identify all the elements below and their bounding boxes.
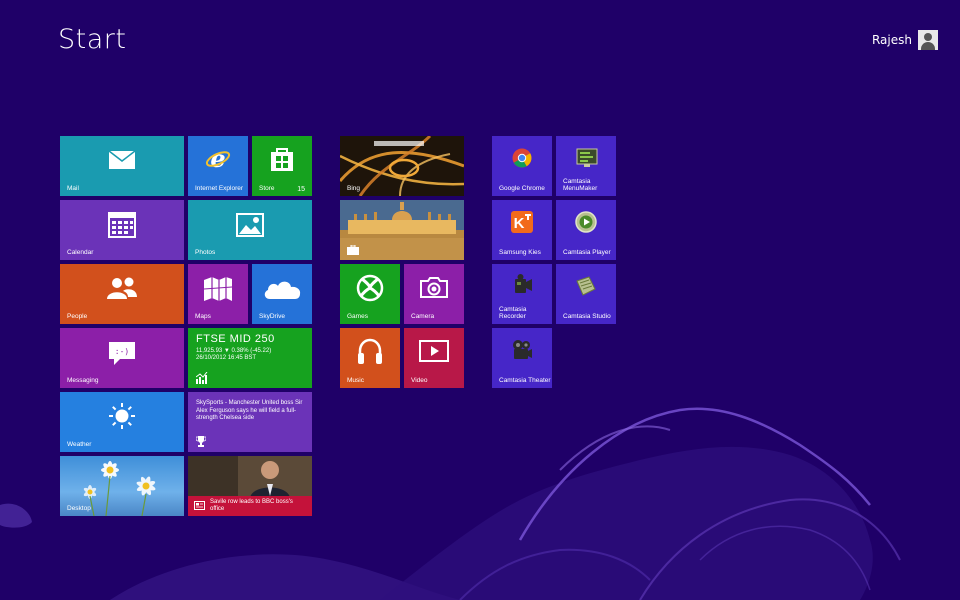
- tile-label: Calendar: [67, 249, 94, 256]
- tile-label: Camera: [411, 313, 435, 320]
- tile-camera[interactable]: Camera: [404, 264, 464, 324]
- tile-weather[interactable]: Weather: [60, 392, 184, 452]
- menumaker-icon: [576, 148, 598, 167]
- tile-internet-explorer[interactable]: e Internet Explorer: [188, 136, 248, 196]
- news-headline-bar: Savile row leads to BBC boss's office: [188, 496, 312, 516]
- tile-finance[interactable]: FTSE MID 250 11,925.93 ▼ 0.38% (-45.22) …: [188, 328, 312, 388]
- tile-label: Camtasia Recorder: [499, 306, 527, 320]
- chrome-icon: [512, 148, 532, 168]
- tile-camtasia-recorder[interactable]: Camtasia Recorder: [492, 264, 552, 324]
- camtasia-recorder-icon: [515, 274, 532, 293]
- tile-label: Music: [347, 377, 364, 384]
- finance-chart-icon: [196, 372, 208, 384]
- tile-mail[interactable]: Mail: [60, 136, 184, 196]
- tile-travel[interactable]: [340, 200, 464, 260]
- xbox-icon: [356, 274, 384, 302]
- avatar-icon: [918, 30, 938, 50]
- news-icon: [194, 501, 205, 510]
- tile-label: Video: [411, 377, 428, 384]
- tile-camtasia-studio[interactable]: Camtasia Studio: [556, 264, 616, 324]
- mail-icon: [108, 150, 136, 169]
- svg-text:e: e: [210, 146, 225, 172]
- page-title: Start: [58, 24, 127, 55]
- tile-camtasia-theater[interactable]: Camtasia Theater: [492, 328, 552, 388]
- tile-label: Camtasia MenuMaker: [563, 178, 598, 192]
- tile-video[interactable]: Video: [404, 328, 464, 388]
- tile-desktop[interactable]: Desktop: [60, 456, 184, 516]
- sun-icon: [109, 403, 135, 429]
- tile-maps[interactable]: Maps: [188, 264, 248, 324]
- tile-calendar[interactable]: Calendar: [60, 200, 184, 260]
- tile-label: Desktop: [67, 505, 91, 512]
- store-bag-icon: [271, 148, 293, 171]
- camtasia-studio-icon: [576, 276, 596, 296]
- samsung-kies-icon: K: [511, 211, 533, 233]
- tile-label: Camtasia Player: [563, 249, 611, 256]
- tile-label: People: [67, 313, 88, 320]
- tile-label: Camtasia Studio: [563, 313, 611, 320]
- tile-label: Weather: [67, 441, 92, 448]
- tile-label: Google Chrome: [499, 185, 545, 192]
- finance-index-name: FTSE MID 250: [196, 333, 275, 345]
- photos-icon: [236, 213, 264, 237]
- video-icon: [419, 340, 449, 362]
- tile-label: Bing: [347, 185, 361, 192]
- cloud-icon: [264, 281, 301, 299]
- tile-sport[interactable]: SkySports - Manchester United boss Sir A…: [188, 392, 312, 452]
- camera-icon: [420, 277, 448, 298]
- trophy-icon: [196, 436, 206, 447]
- suitcase-icon: [347, 245, 359, 255]
- tile-camtasia-player[interactable]: Camtasia Player: [556, 200, 616, 260]
- svg-text::-): :-): [115, 347, 129, 356]
- tile-skydrive[interactable]: SkyDrive: [252, 264, 312, 324]
- tile-label: Camtasia Theater: [499, 377, 551, 384]
- maps-icon: [203, 277, 233, 301]
- tile-label: Maps: [195, 313, 211, 320]
- tile-label: Photos: [195, 249, 216, 256]
- tile-camtasia-menumaker[interactable]: Camtasia MenuMaker: [556, 136, 616, 196]
- store-update-badge: 15: [297, 186, 305, 193]
- tile-store[interactable]: Store 15: [252, 136, 312, 196]
- tile-label: Messaging: [67, 377, 99, 384]
- tile-people[interactable]: People: [60, 264, 184, 324]
- finance-quote: 11,925.93 ▼ 0.38% (-45.22): [196, 348, 272, 354]
- sport-headline: SkySports - Manchester United boss Sir A…: [196, 400, 303, 421]
- tile-label: Store: [259, 185, 275, 192]
- camtasia-player-icon: [575, 211, 597, 233]
- user-name: Rajesh: [871, 33, 912, 47]
- calendar-icon: [108, 212, 136, 238]
- headphones-icon: [358, 338, 382, 364]
- news-headline: Savile row leads to BBC boss's office: [210, 499, 293, 512]
- finance-timestamp: 26/10/2012 16:45 BST: [196, 355, 257, 361]
- svg-text:K: K: [514, 215, 525, 232]
- people-icon: [107, 277, 137, 299]
- tile-games[interactable]: Games: [340, 264, 400, 324]
- tile-label: Mail: [67, 185, 79, 192]
- tile-news[interactable]: Savile row leads to BBC boss's office: [188, 456, 312, 516]
- tile-label: SkyDrive: [259, 313, 286, 320]
- tile-music[interactable]: Music: [340, 328, 400, 388]
- tile-messaging[interactable]: :-) Messaging: [60, 328, 184, 388]
- user-account[interactable]: Rajesh: [872, 30, 938, 50]
- tile-bing[interactable]: Bing: [340, 136, 464, 196]
- tile-photos[interactable]: Photos: [188, 200, 312, 260]
- internet-explorer-icon: e: [205, 146, 231, 172]
- messaging-icon: :-): [109, 342, 135, 365]
- tile-samsung-kies[interactable]: K Samsung Kies: [492, 200, 552, 260]
- tile-label: Internet Explorer: [195, 185, 244, 192]
- camtasia-theater-icon: [513, 340, 532, 359]
- tile-label: Games: [347, 313, 368, 320]
- tile-label: Samsung Kies: [499, 249, 541, 256]
- tile-google-chrome[interactable]: Google Chrome: [492, 136, 552, 196]
